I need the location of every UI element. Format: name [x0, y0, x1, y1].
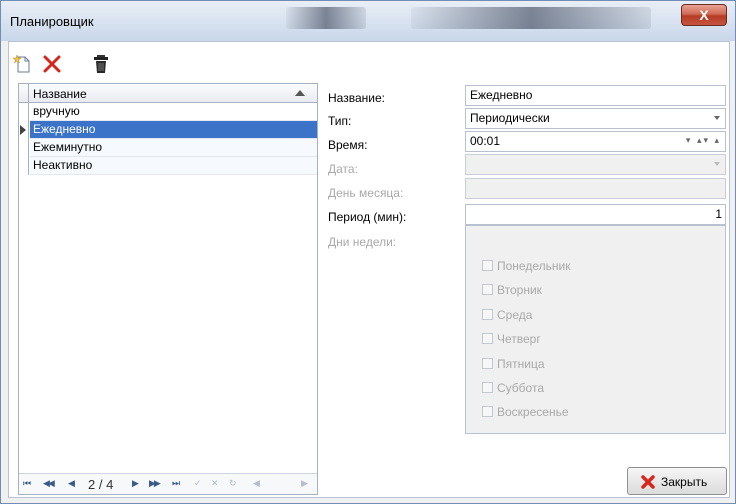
grid-header: Название — [19, 84, 317, 103]
delete-x-icon — [43, 55, 61, 73]
current-row-arrow-icon — [20, 125, 26, 135]
blurred-background — [286, 7, 366, 29]
row-indicator — [19, 157, 29, 175]
sort-ascending-icon — [295, 90, 305, 96]
date-label: Дата: — [328, 162, 358, 176]
type-label: Тип: — [328, 114, 352, 128]
checkbox-icon — [482, 358, 493, 369]
grid-navigator: ⏮ ◀◀ ◀ 2 / 4 ▶ ▶▶ ⏭ ✓ ✕ ↻ ◀ ▶ — [19, 473, 317, 494]
next-record-button[interactable]: ▶ — [132, 478, 139, 489]
close-button-label: Закрыть — [661, 475, 708, 489]
prev-page-button[interactable]: ◀◀ — [43, 478, 55, 489]
toolbar — [9, 42, 729, 82]
prev-record-button[interactable]: ◀ — [68, 478, 75, 489]
time-label: Время: — [328, 138, 368, 152]
row-indicator — [19, 139, 29, 157]
name-label: Название: — [328, 91, 385, 105]
checkbox-icon — [482, 309, 493, 320]
trash-icon — [94, 55, 108, 73]
type-select[interactable]: Периодически — [465, 108, 726, 129]
grid-row[interactable]: вручную — [19, 103, 317, 121]
apply-button[interactable]: ✓ — [194, 478, 201, 489]
checkbox-icon — [482, 284, 493, 295]
delete-button[interactable] — [42, 54, 62, 74]
grid-row[interactable]: Ежеминутно — [19, 139, 317, 157]
blurred-background — [411, 7, 651, 29]
first-record-button[interactable]: ⏮ — [23, 478, 31, 489]
grid-cell-name[interactable]: Ежедневно — [30, 121, 317, 139]
checkbox-icon — [482, 260, 493, 271]
row-indicator — [19, 121, 29, 139]
date-select[interactable] — [465, 154, 726, 175]
grid-cell-name[interactable]: вручную — [30, 103, 317, 121]
client-area: Название вручную Ежедневно Ежеминутно Не… — [8, 41, 730, 498]
weekday-checkbox-sunday[interactable]: Воскресенье — [482, 405, 569, 419]
weekday-checkbox-friday[interactable]: Пятница — [482, 357, 545, 371]
day-of-month-label: День месяца: — [328, 186, 404, 200]
time-picker[interactable]: 00:01 ▾ ▴▾ ▴ — [465, 131, 726, 152]
schedule-grid: Название вручную Ежедневно Ежеминутно Не… — [18, 83, 318, 495]
grid-row[interactable]: Неактивно — [19, 157, 317, 175]
row-indicator-header — [19, 84, 29, 103]
window-close-button[interactable]: X — [681, 4, 727, 26]
red-x-icon — [641, 475, 655, 489]
scroll-left-button[interactable]: ◀ — [253, 478, 260, 489]
checkbox-icon — [482, 406, 493, 417]
grid-cell-name[interactable]: Ежеминутно — [30, 139, 317, 157]
refresh-button[interactable]: ↻ — [229, 478, 236, 489]
weekday-checkbox-wednesday[interactable]: Среда — [482, 308, 532, 322]
period-field[interactable]: 1 — [465, 204, 726, 225]
day-of-month-field[interactable] — [465, 178, 726, 199]
new-document-icon — [13, 54, 30, 73]
weekdays-label: Дни недели: — [328, 235, 397, 249]
checkbox-icon — [482, 382, 493, 393]
spin-arrows-icon[interactable]: ▾ ▴▾ ▴ — [686, 135, 721, 146]
scroll-right-button[interactable]: ▶ — [301, 478, 308, 489]
name-field[interactable]: Ежедневно — [465, 85, 726, 106]
title-bar[interactable]: Планировщик X — [1, 1, 735, 41]
grid-row-selected[interactable]: Ежедневно — [19, 121, 317, 139]
column-header-name[interactable]: Название — [33, 87, 87, 101]
weekday-checkbox-monday[interactable]: Понедельник — [482, 259, 570, 273]
scheduler-window: Планировщик X Название вручную Ежедневно… — [0, 0, 736, 504]
grid-cell-name[interactable]: Неактивно — [30, 157, 317, 175]
row-indicator — [19, 103, 29, 121]
checkbox-icon — [482, 333, 493, 344]
weekdays-group: Понедельник Вторник Среда Четверг Пятниц… — [465, 225, 726, 434]
period-label: Период (мин): — [328, 210, 407, 224]
new-button[interactable] — [13, 54, 33, 74]
weekday-checkbox-tuesday[interactable]: Вторник — [482, 283, 542, 297]
next-page-button[interactable]: ▶▶ — [149, 478, 161, 489]
window-title: Планировщик — [10, 14, 94, 29]
trash-button[interactable] — [91, 54, 111, 74]
record-position: 2 / 4 — [88, 477, 114, 492]
weekday-checkbox-thursday[interactable]: Четверг — [482, 332, 541, 346]
cancel-edit-button[interactable]: ✕ — [211, 478, 218, 489]
weekday-checkbox-saturday[interactable]: Суббота — [482, 381, 544, 395]
close-button[interactable]: Закрыть — [627, 467, 727, 495]
chevron-down-icon — [714, 162, 720, 166]
chevron-down-icon — [714, 116, 720, 120]
last-record-button[interactable]: ⏭ — [172, 478, 180, 489]
